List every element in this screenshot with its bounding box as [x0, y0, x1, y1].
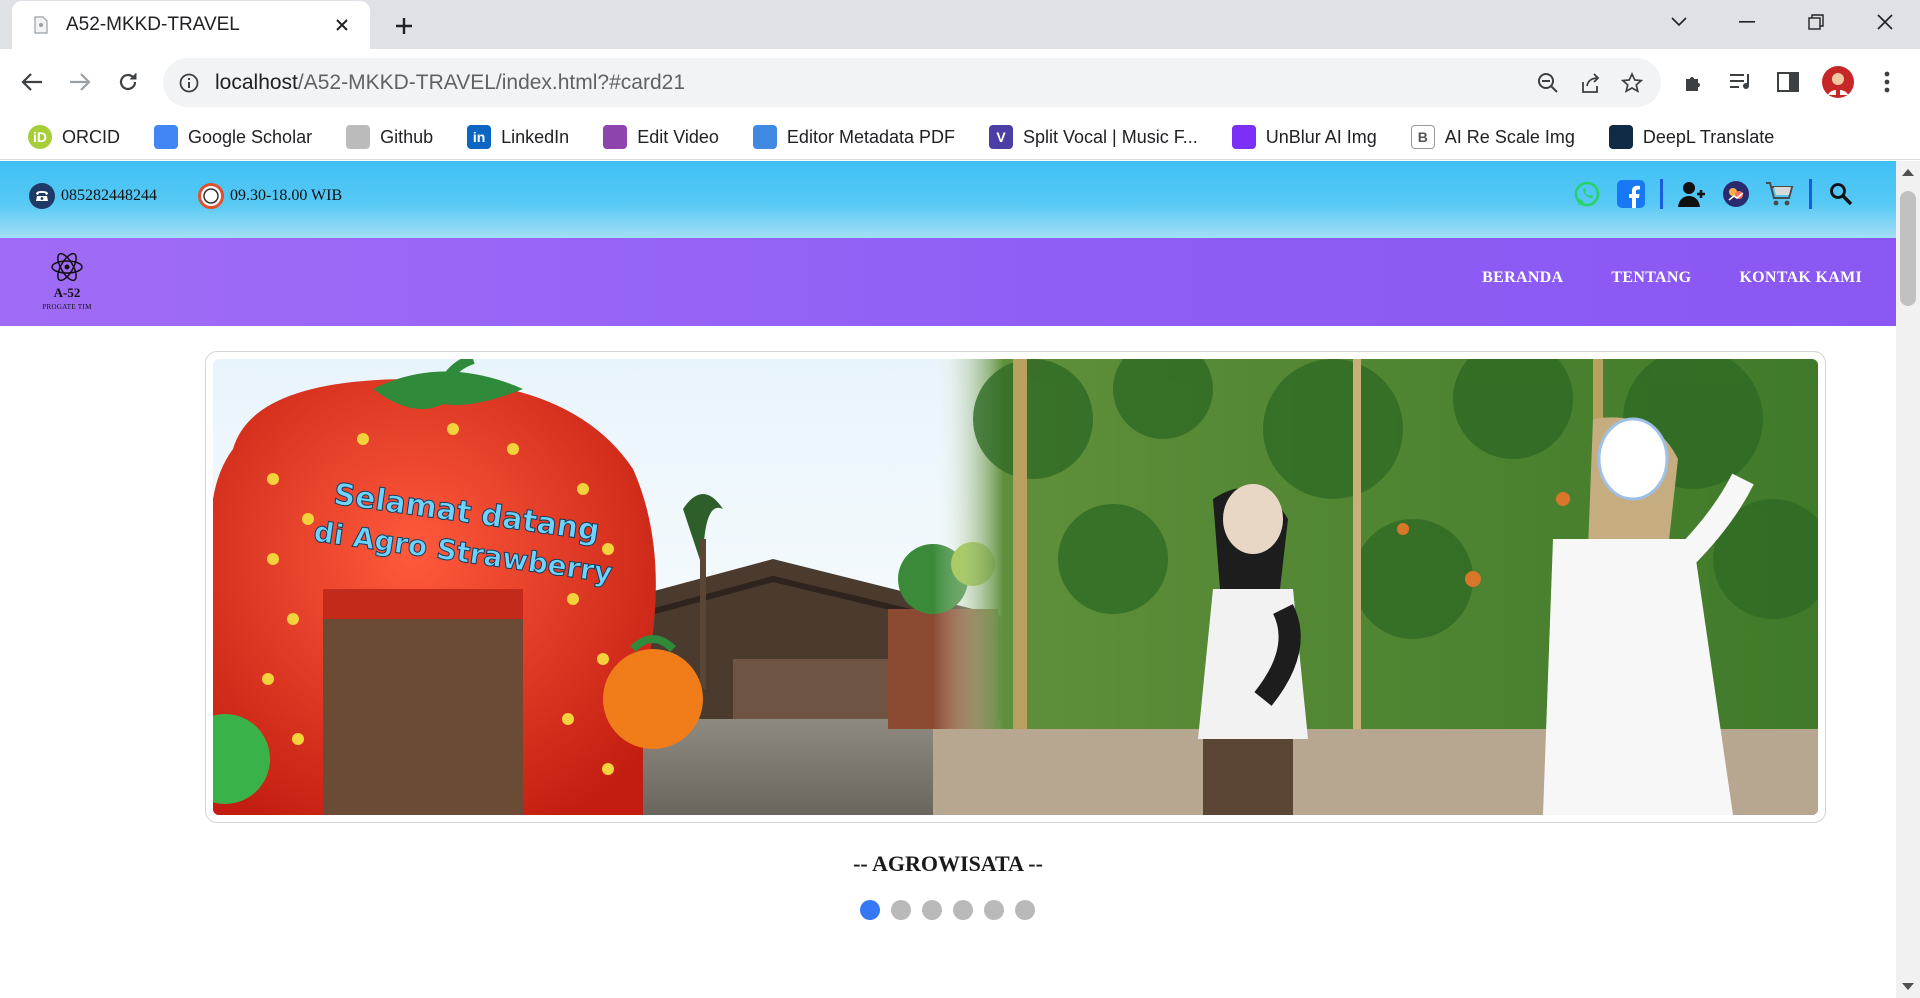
- carousel-slide-image: Selamat datang di Agro Strawberry: [213, 359, 1818, 815]
- carousel-dot-1[interactable]: [860, 900, 880, 920]
- scroll-down-arrow-icon[interactable]: [1902, 983, 1914, 990]
- whatsapp-icon[interactable]: [1572, 179, 1602, 209]
- carousel[interactable]: Selamat datang di Agro Strawberry: [205, 351, 1826, 823]
- bookmark-label: ORCID: [62, 126, 120, 147]
- bookmark-label: UnBlur AI Img: [1265, 126, 1377, 147]
- media-control-icon[interactable]: [1720, 61, 1762, 103]
- atom-logo-icon: [51, 252, 83, 282]
- bookmark-item[interactable]: V Split Vocal | Music F...: [979, 119, 1208, 155]
- carousel-dot-2[interactable]: [891, 900, 911, 920]
- bookmark-label: Github: [380, 126, 434, 147]
- bookmark-item[interactable]: UnBlur AI Img: [1222, 119, 1387, 155]
- carousel-dot-4[interactable]: [953, 900, 973, 920]
- bookmark-label: AI Re Scale Img: [1444, 126, 1575, 147]
- bookmark-item[interactable]: iD ORCID: [18, 119, 130, 155]
- user-icon[interactable]: [1677, 179, 1707, 209]
- bookmark-item[interactable]: in LinkedIn: [457, 119, 579, 155]
- page-viewport: 085282448244 09.30-18.00 WIB A-52 PROGAT…: [0, 161, 1920, 998]
- bookmark-item[interactable]: Edit Video: [593, 119, 729, 155]
- bookmark-star-icon[interactable]: [1611, 62, 1653, 104]
- url-text[interactable]: localhost/A52-MKKD-TRAVEL/index.html?#ca…: [215, 71, 1527, 95]
- share-icon[interactable]: [1569, 62, 1611, 104]
- zoom-icon[interactable]: [1527, 62, 1569, 104]
- nav-kontak-kami[interactable]: KONTAK KAMI: [1739, 269, 1862, 287]
- nav-tentang[interactable]: TENTANG: [1611, 269, 1691, 287]
- scholar-icon: [154, 125, 178, 149]
- contact-bar: 085282448244 09.30-18.00 WIB: [0, 161, 1896, 238]
- clock-icon: [197, 182, 224, 209]
- site-info-icon[interactable]: [177, 71, 201, 95]
- v-logo-icon: V: [989, 125, 1013, 149]
- carousel-dot-3[interactable]: [922, 900, 942, 920]
- page-scrollbar[interactable]: [1896, 161, 1920, 998]
- phone-icon: [28, 182, 55, 209]
- bookmark-label: Google Scholar: [188, 126, 313, 147]
- back-button[interactable]: [12, 62, 52, 102]
- clapper-icon: [603, 125, 628, 149]
- opening-hours: 09.30-18.00 WIB: [230, 186, 343, 204]
- tab-title: A52-MKKD-TRAVEL: [66, 14, 240, 35]
- b-logo-icon: B: [1410, 125, 1435, 149]
- bookmark-item[interactable]: B AI Re Scale Img: [1401, 119, 1585, 155]
- bookmark-item[interactable]: Editor Metadata PDF: [743, 119, 965, 155]
- facebook-icon[interactable]: [1616, 179, 1646, 209]
- close-window-button[interactable]: [1862, 4, 1908, 40]
- phone-number: 085282448244: [61, 186, 157, 204]
- bookmark-item[interactable]: DeepL Translate: [1599, 119, 1784, 155]
- phone-info: 085282448244: [28, 182, 157, 209]
- close-tab-icon[interactable]: [328, 11, 356, 39]
- scroll-up-arrow-icon[interactable]: [1902, 169, 1914, 176]
- nav-beranda[interactable]: BERANDA: [1482, 269, 1563, 287]
- bookmark-label: Edit Video: [637, 126, 719, 147]
- menu-kebab-icon[interactable]: [1866, 61, 1908, 103]
- messenger-icon[interactable]: [1721, 179, 1751, 209]
- side-panel-icon[interactable]: [1767, 61, 1809, 103]
- site-logo[interactable]: A-52 PROGATE TIM: [34, 250, 100, 316]
- divider: [1660, 179, 1663, 209]
- deepl-icon: [1608, 125, 1633, 149]
- forward-button[interactable]: [60, 62, 100, 102]
- github-icon: [346, 125, 371, 149]
- search-icon[interactable]: [1826, 179, 1856, 209]
- logo-subtitle: PROGATE TIM: [42, 303, 92, 311]
- address-bar[interactable]: localhost/A52-MKKD-TRAVEL/index.html?#ca…: [163, 58, 1661, 107]
- tab-strip: A52-MKKD-TRAVEL: [0, 0, 1920, 49]
- carousel-indicators: [860, 900, 1035, 920]
- carousel-dot-5[interactable]: [984, 900, 1004, 920]
- tab-search-icon[interactable]: [1656, 4, 1702, 40]
- bookmark-item[interactable]: Github: [336, 119, 443, 155]
- hours-info: 09.30-18.00 WIB: [197, 182, 342, 209]
- users-icon: [752, 125, 777, 149]
- extensions-icon[interactable]: [1673, 61, 1715, 103]
- reload-button[interactable]: [108, 62, 148, 102]
- bookmarks-bar: iD ORCID Google Scholar Github in LinkedIn Edi…: [0, 115, 1920, 160]
- minimize-button[interactable]: [1724, 4, 1770, 40]
- nav-links: BERANDA TENTANG KONTAK KAMI: [1482, 269, 1862, 287]
- orcid-icon: iD: [28, 125, 52, 149]
- browser-tab[interactable]: A52-MKKD-TRAVEL: [12, 1, 370, 49]
- logo-text: A-52: [53, 285, 81, 300]
- restore-button[interactable]: [1793, 4, 1839, 40]
- divider: [1809, 179, 1812, 209]
- bookmark-label: DeepL Translate: [1642, 126, 1775, 147]
- unblur-icon: [1231, 125, 1256, 149]
- bookmark-label: Split Vocal | Music F...: [1023, 126, 1198, 147]
- document-icon: [30, 14, 52, 36]
- carousel-caption: -- AGROWISATA --: [853, 851, 1043, 876]
- new-tab-button[interactable]: [385, 8, 423, 44]
- browser-toolbar: localhost/A52-MKKD-TRAVEL/index.html?#ca…: [0, 49, 1920, 115]
- cart-icon[interactable]: [1765, 179, 1795, 209]
- profile-avatar[interactable]: [1817, 61, 1859, 103]
- linkedin-icon: in: [467, 125, 492, 149]
- scroll-thumb[interactable]: [1900, 191, 1916, 306]
- bookmark-label: Editor Metadata PDF: [786, 126, 955, 147]
- social-icons: [1572, 179, 1856, 209]
- bookmark-item[interactable]: Google Scholar: [144, 119, 322, 155]
- main-navbar: A-52 PROGATE TIM BERANDA TENTANG KONTAK …: [0, 238, 1896, 326]
- bookmark-label: LinkedIn: [501, 126, 570, 147]
- carousel-dot-6[interactable]: [1015, 900, 1035, 920]
